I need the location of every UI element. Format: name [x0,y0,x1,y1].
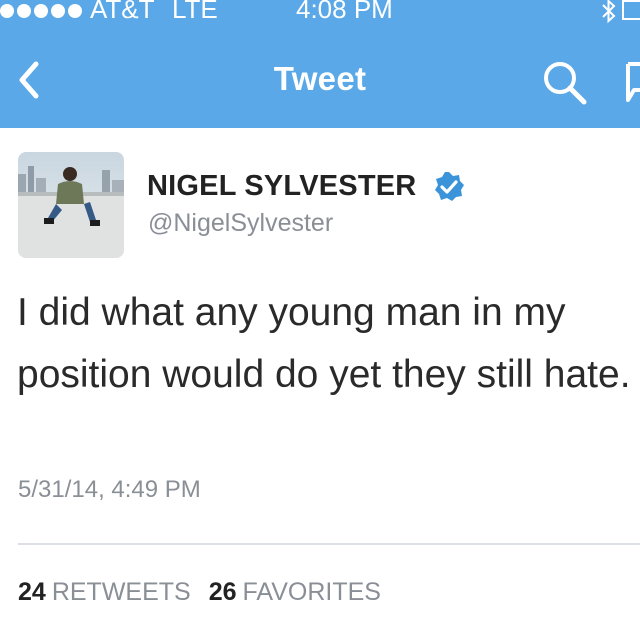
carrier-name: AT&T [90,0,155,24]
bluetooth-icon [602,0,616,24]
retweets-count: 24 [18,578,46,606]
navigation-header: AT&T LTE 4:08 PM Tweet [0,0,640,128]
divider [18,543,640,545]
battery-icon [622,0,640,20]
status-time: 4:08 PM [296,0,393,24]
favorites-count: 26 [208,578,237,606]
network-type: LTE [172,0,218,24]
tweet-stats: 24 RETWEETS 26 FAVORITES [18,578,399,607]
favorites-label: FAVORITES [242,578,381,606]
nav-bar: Tweet [0,48,640,112]
retweets-stat[interactable]: 24 RETWEETS [18,578,191,607]
avatar[interactable] [18,152,124,258]
search-icon[interactable] [540,58,590,108]
retweets-label: RETWEETS [51,578,191,606]
status-bar: AT&T LTE 4:08 PM [0,0,640,26]
author-name[interactable]: NIGEL SYLVESTER [147,170,416,203]
tweet-body: I did what any young man in my position … [17,291,631,396]
verified-badge-icon [435,172,464,201]
favorites-stat[interactable]: 26 FAVORITES [209,578,381,607]
author-handle[interactable]: @NigelSylvester [148,209,333,238]
compose-icon[interactable] [620,58,640,108]
signal-strength-icon [0,4,82,18]
tweet-timestamp: 5/31/14, 4:49 PM [18,476,201,503]
